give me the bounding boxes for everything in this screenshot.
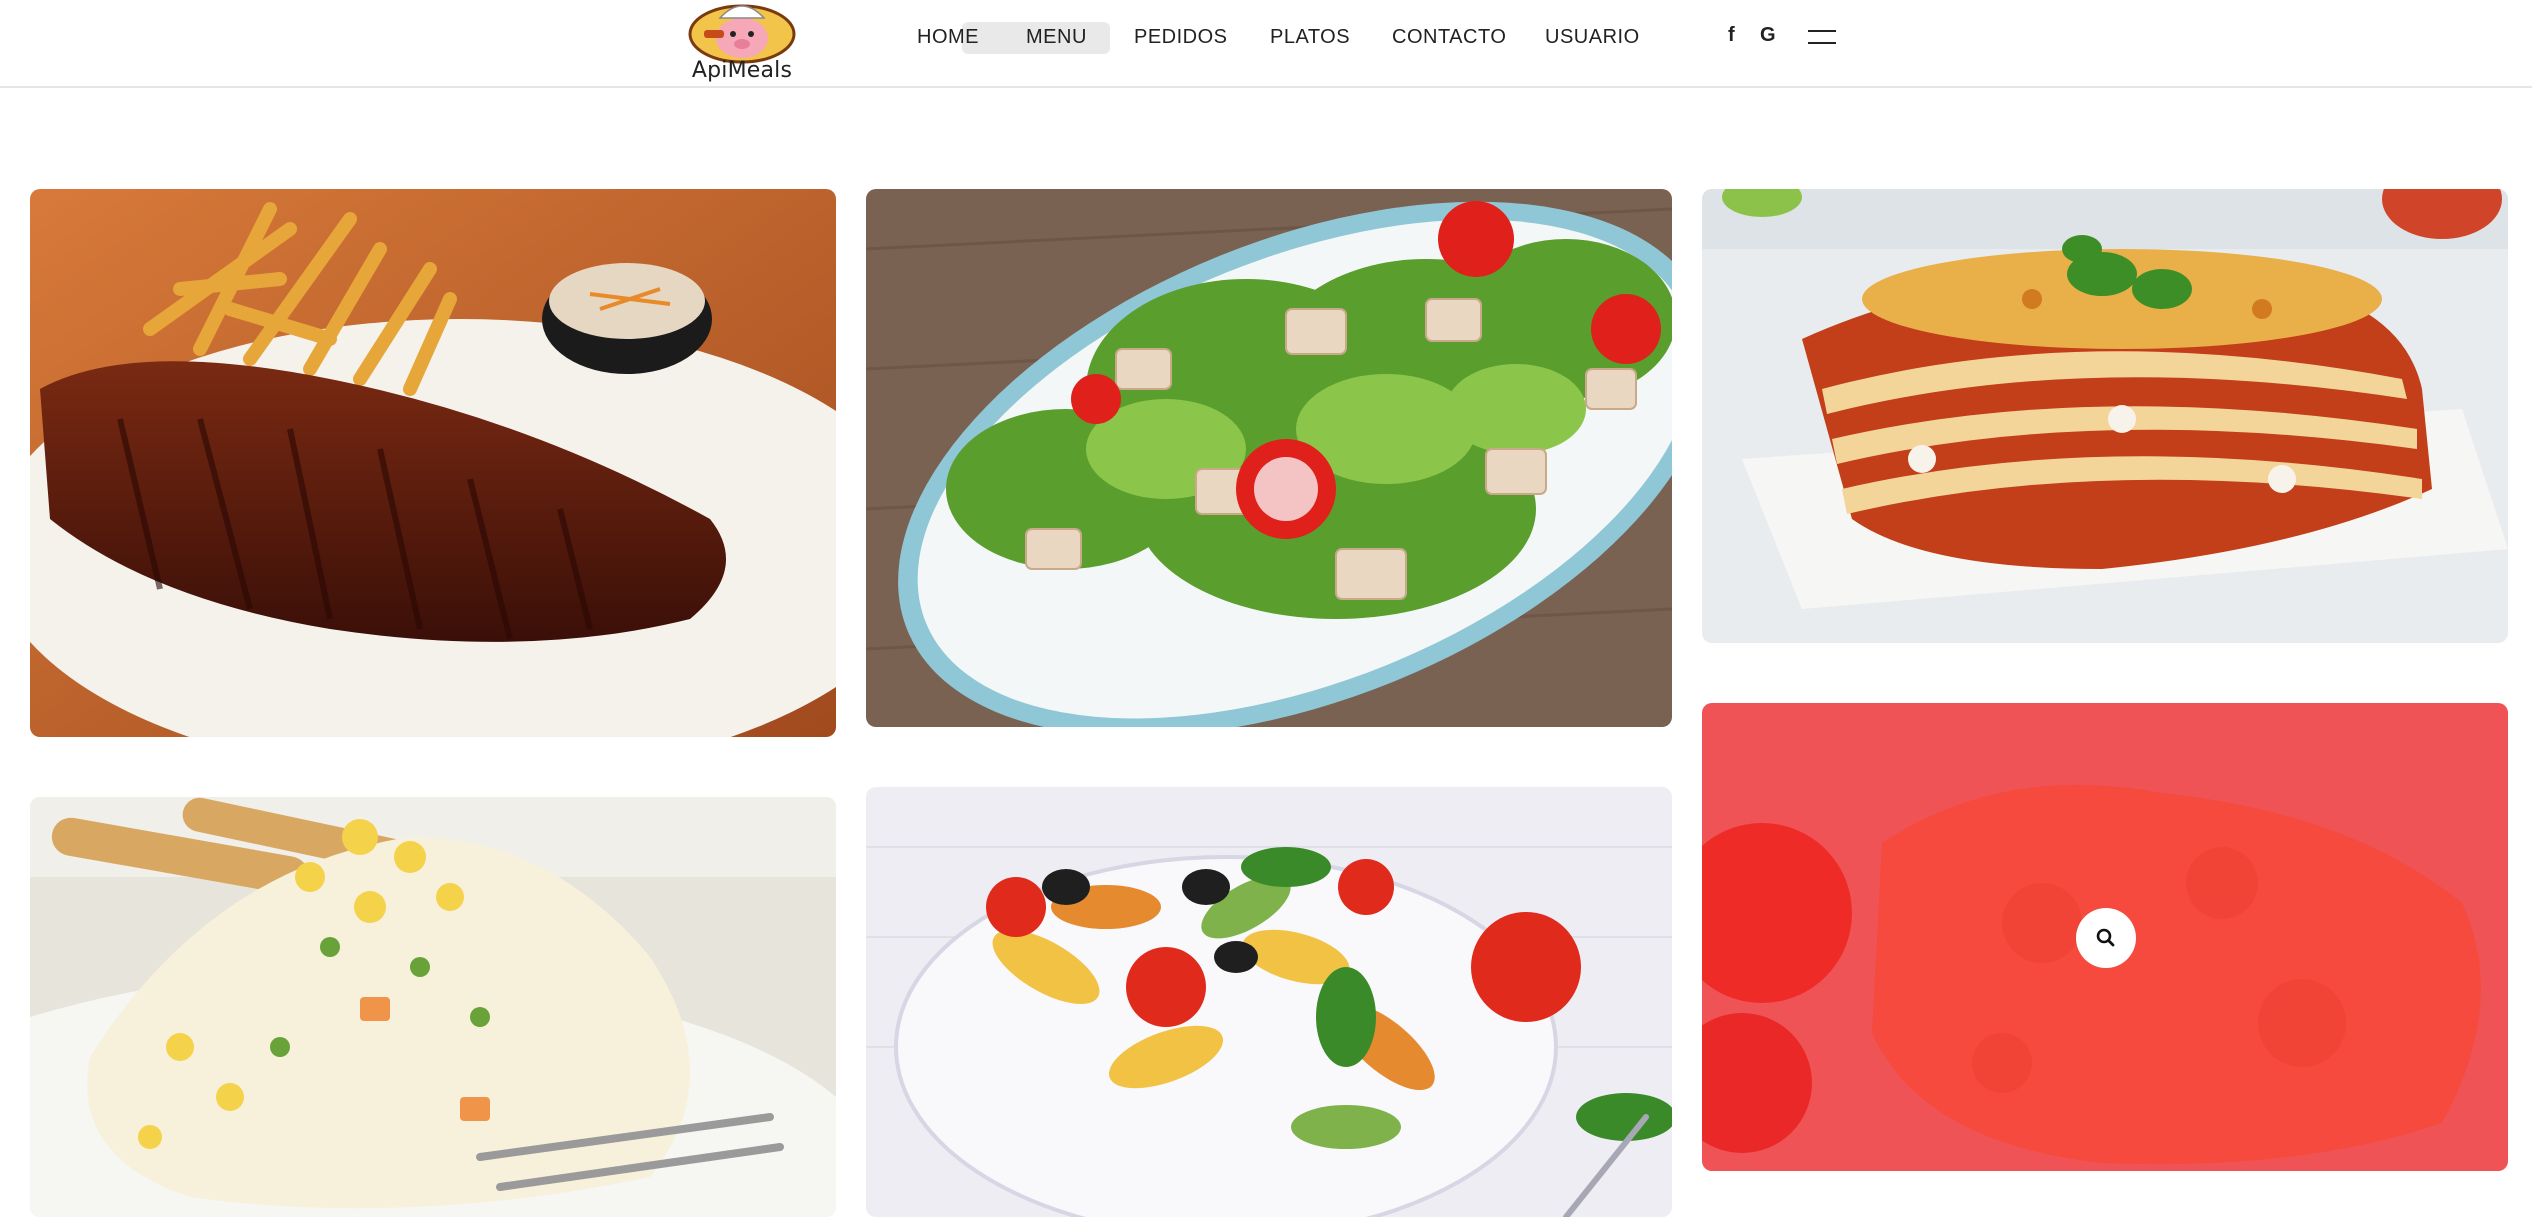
nav-platos[interactable]: PLATOS [1270, 26, 1350, 49]
pasta-salad-photo [866, 787, 1672, 1217]
gallery-item-pasta-salad[interactable] [866, 787, 1672, 1217]
top-navbar: ApiMeals HOME MENU PEDIDOS PLATOS CONTAC… [0, 0, 2532, 88]
salad-photo [866, 189, 1672, 727]
hamburger-menu-icon[interactable] [1808, 30, 1836, 46]
nav-pedidos[interactable]: PEDIDOS [1134, 26, 1228, 49]
zoom-button[interactable] [2076, 908, 2136, 968]
gallery-item-russian-salad[interactable] [30, 797, 836, 1217]
gallery-item-lasagna[interactable] [1702, 189, 2508, 643]
gallery-item-salad[interactable] [866, 189, 1672, 727]
nav-menu[interactable]: MENU [1026, 26, 1087, 49]
chef-pig-logo-icon [688, 4, 796, 64]
facebook-icon[interactable]: f [1728, 24, 1735, 47]
ribs-photo [30, 189, 836, 737]
potato-salad-photo [30, 797, 836, 1217]
brand-name: ApiMeals [691, 58, 793, 83]
logo[interactable]: ApiMeals [686, 0, 798, 86]
gallery-item-ribs[interactable] [30, 189, 836, 737]
search-icon [2096, 928, 2115, 947]
nav-usuario[interactable]: USUARIO [1545, 26, 1640, 49]
google-icon[interactable]: G [1760, 24, 1776, 47]
nav-home[interactable]: HOME [917, 26, 979, 49]
lasagna-photo [1702, 189, 2508, 643]
nav-contacto[interactable]: CONTACTO [1392, 26, 1506, 49]
